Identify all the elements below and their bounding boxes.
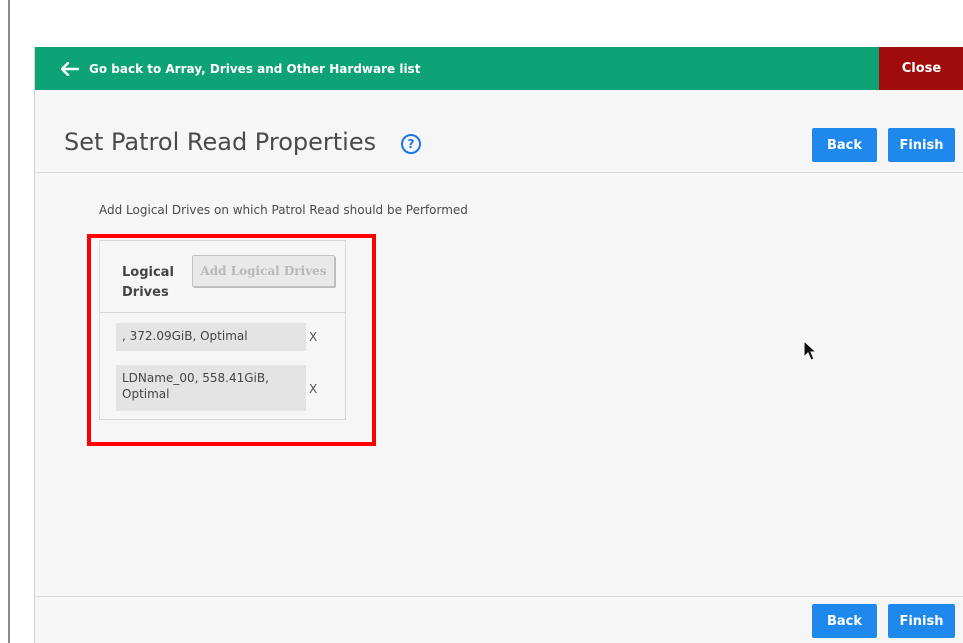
left-divider	[8, 0, 10, 643]
go-back-link[interactable]: Go back to Array, Drives and Other Hardw…	[61, 47, 420, 90]
go-back-label: Go back to Array, Drives and Other Hardw…	[89, 61, 421, 76]
finish-button-bottom[interactable]: Finish	[888, 604, 955, 638]
help-circle-icon[interactable]: ?	[401, 134, 421, 154]
close-button[interactable]: Close	[879, 47, 963, 90]
finish-button-top[interactable]: Finish	[888, 128, 955, 162]
back-button-top[interactable]: Back	[812, 128, 877, 162]
top-navigation-bar: Go back to Array, Drives and Other Hardw…	[35, 47, 963, 90]
mouse-pointer-icon	[803, 339, 818, 362]
page-title: Set Patrol Read Properties	[64, 128, 377, 156]
arrow-left-icon	[61, 61, 79, 76]
instruction-text: Add Logical Drives on which Patrol Read …	[99, 203, 468, 217]
back-button-bottom[interactable]: Back	[812, 604, 877, 638]
highlight-box	[87, 234, 376, 446]
